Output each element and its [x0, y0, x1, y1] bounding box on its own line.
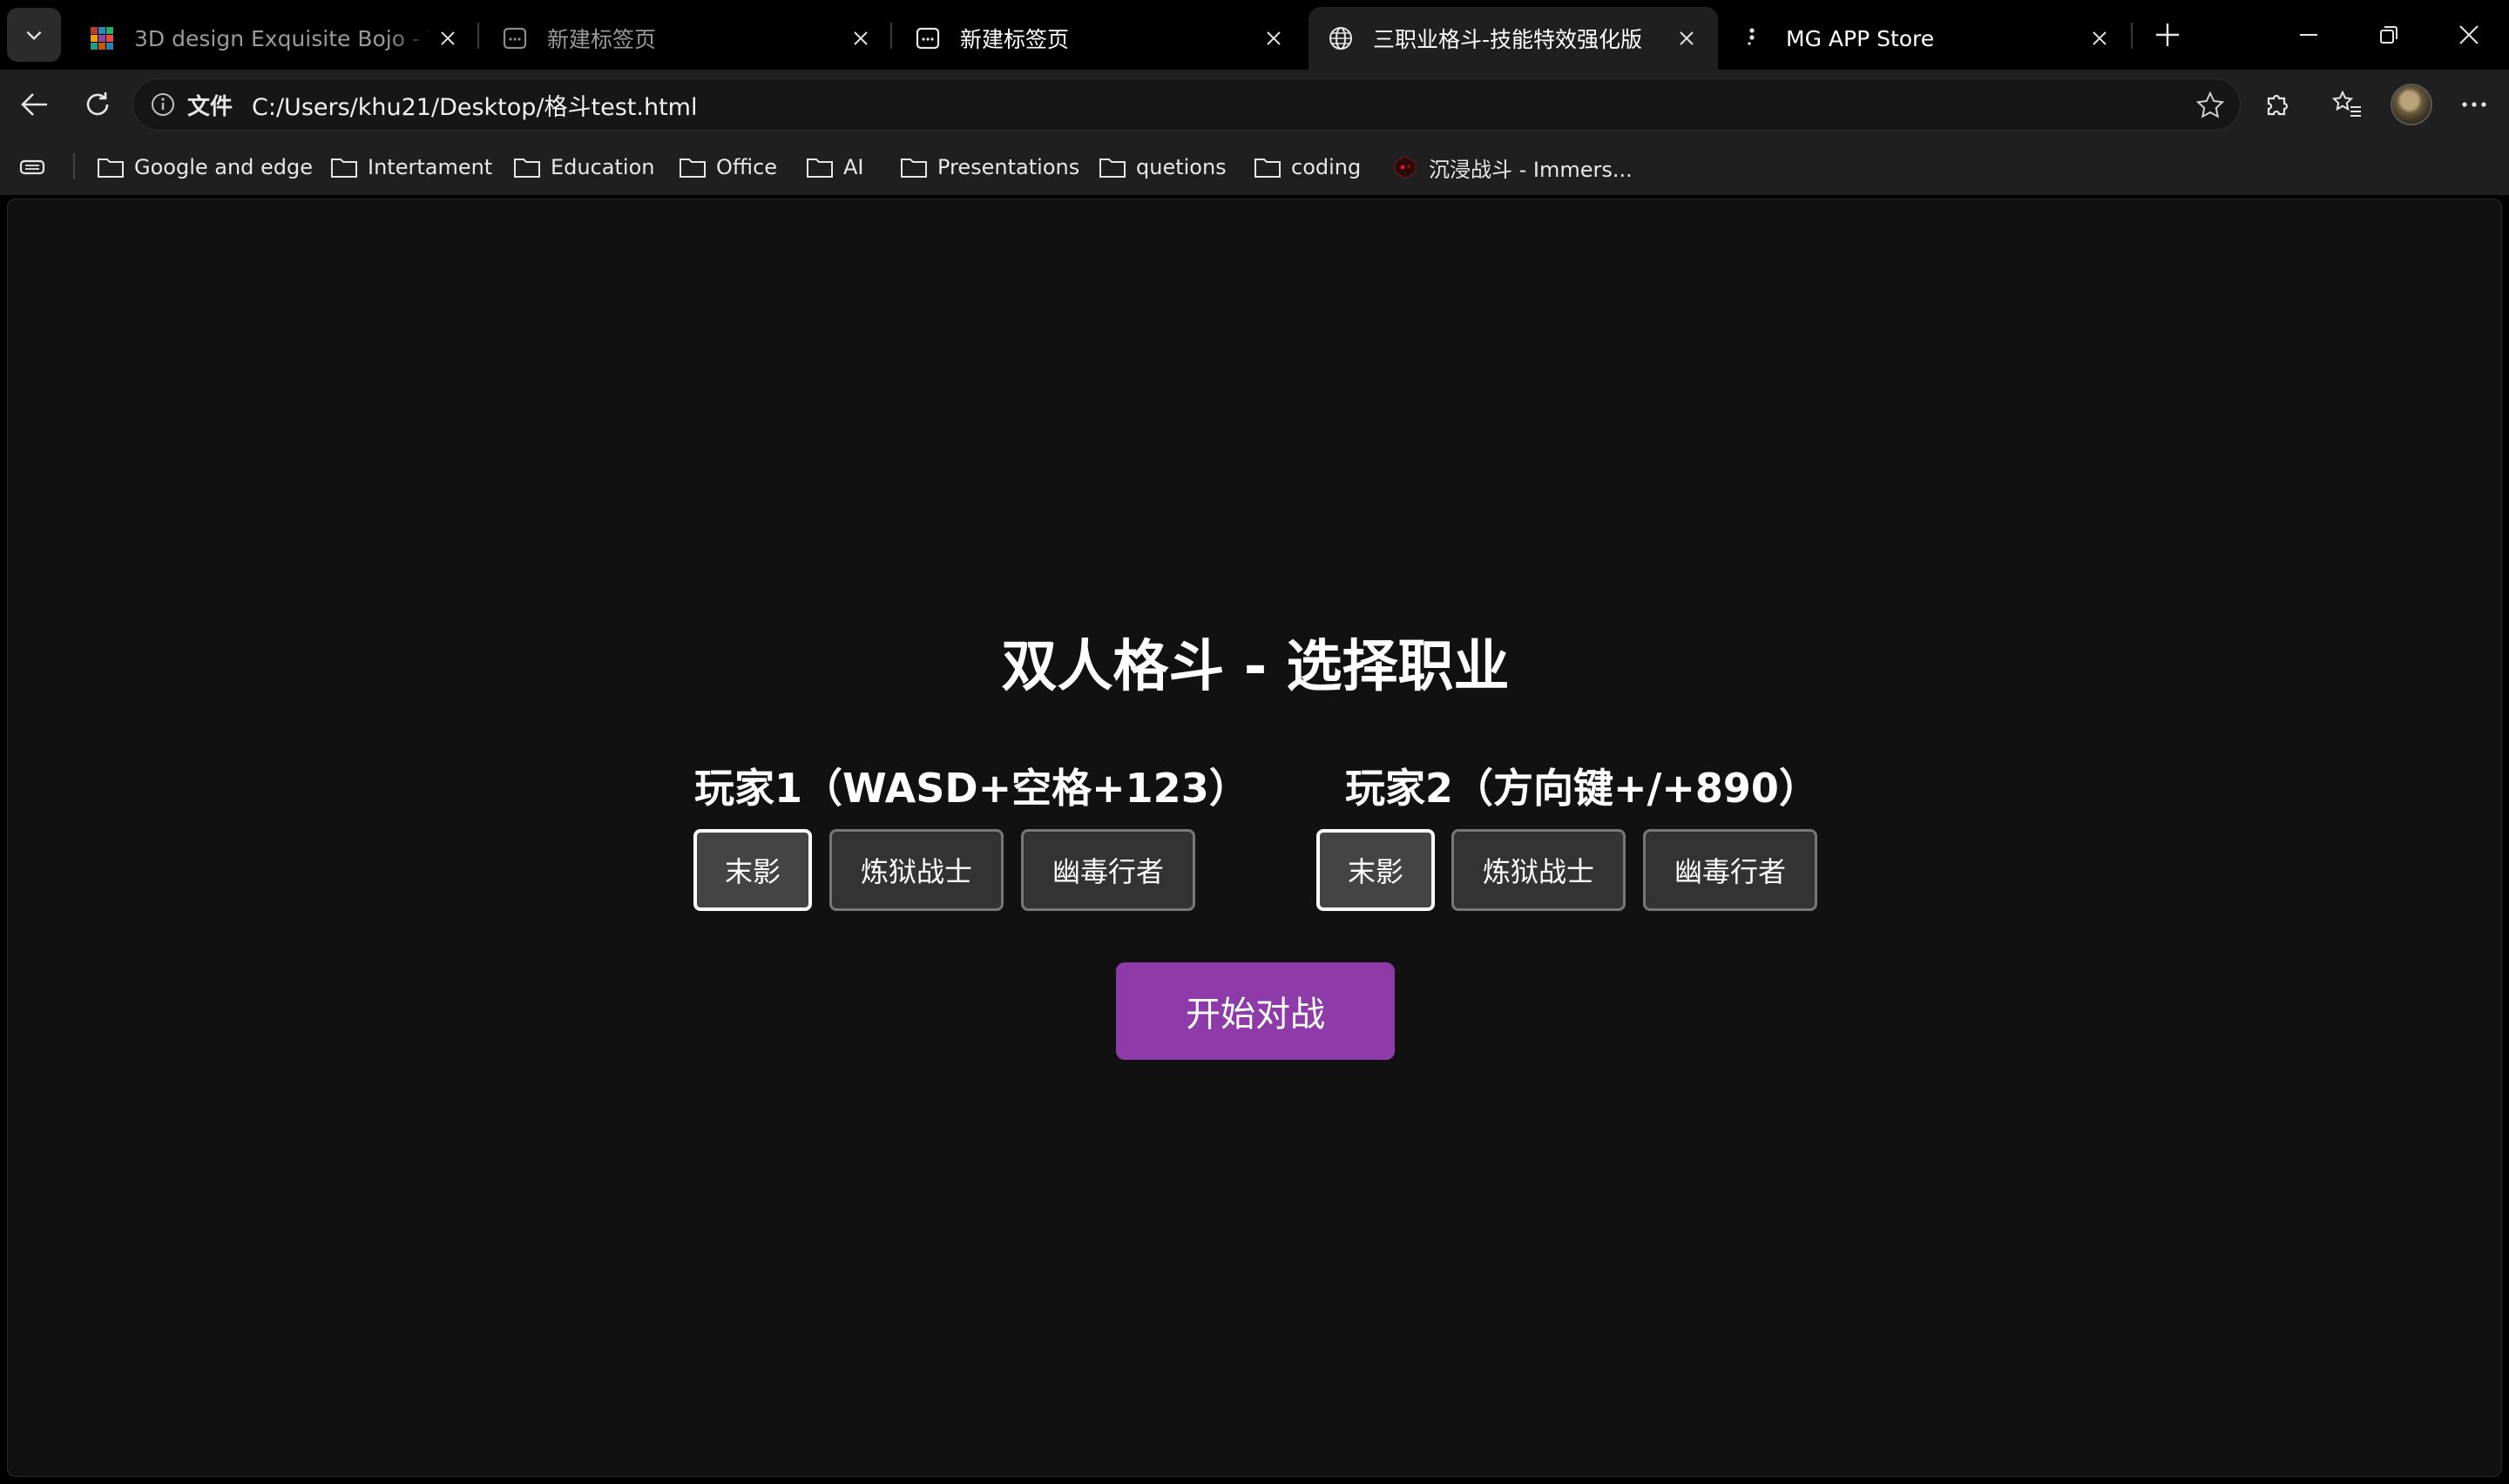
newtab-icon: [915, 25, 941, 51]
back-arrow-icon: [21, 93, 47, 116]
folder-icon: [678, 154, 707, 180]
url-text[interactable]: C:/Users/khu21/Desktop/格斗test.html: [252, 88, 697, 122]
bookmark-quetions[interactable]: quetions: [1098, 150, 1227, 185]
restore-icon: [2380, 26, 2397, 44]
close-window-button[interactable]: [2443, 12, 2495, 57]
tab-actions-menu-button[interactable]: [7, 8, 61, 62]
player2-class-inferno-warrior-button[interactable]: 炼狱战士: [1451, 829, 1626, 911]
folder-icon: [1253, 154, 1282, 180]
collections-icon: [17, 154, 47, 180]
game-title: 双人格斗 - 选择职业: [1001, 635, 1510, 699]
navigation-toolbar: 文件 C:/Users/khu21/Desktop/格斗test.html: [0, 70, 2509, 139]
new-tab-button[interactable]: [2148, 16, 2187, 54]
tab-close-button[interactable]: [432, 23, 463, 54]
bookmark-label: Education: [551, 155, 655, 179]
player1-heading: 玩家1（WASD+空格+123）: [694, 765, 1249, 812]
tab-new-1[interactable]: 新建标签页: [483, 7, 892, 70]
player2-class-ender-button[interactable]: 末影: [1316, 829, 1435, 911]
chevron-down-icon: [26, 30, 42, 41]
player2-heading: 玩家2（方向键+/+890）: [1345, 765, 1819, 812]
bookmark-education[interactable]: Education: [512, 150, 654, 185]
close-icon: [1267, 31, 1281, 45]
restore-button[interactable]: [2363, 12, 2415, 57]
bookmark-presentations[interactable]: Presentations: [899, 150, 1079, 185]
bookmark-label: Intertament: [368, 155, 493, 179]
tab-separator: [2131, 23, 2133, 49]
bookmark-ai[interactable]: AI: [805, 150, 864, 185]
close-icon: [441, 31, 455, 45]
close-icon: [1680, 31, 1694, 45]
folder-icon: [96, 154, 125, 180]
more-menu-button[interactable]: [2452, 82, 2497, 127]
player1-class-poison-walker-button[interactable]: 幽毒行者: [1021, 829, 1195, 911]
star-icon: [2195, 91, 2225, 118]
page-viewport: 双人格斗 - 选择职业 玩家1（WASD+空格+123） 末影 炼狱战士 幽毒行…: [7, 199, 2502, 1477]
file-scheme-label: 文件: [187, 93, 233, 120]
tab-close-button[interactable]: [2084, 23, 2115, 54]
tab-title: 3D design Exquisite Bojo - Tinkercad: [134, 25, 432, 51]
favorites-button[interactable]: [2324, 82, 2370, 127]
info-icon[interactable]: [149, 91, 177, 118]
address-bar[interactable]: 文件 C:/Users/khu21/Desktop/格斗test.html: [132, 78, 2241, 131]
minimize-button[interactable]: [2282, 12, 2335, 57]
collections-button[interactable]: [17, 150, 56, 185]
bookmark-immersive-battle[interactable]: 沉浸战斗 - Immers...: [1390, 150, 1633, 185]
bookmark-office[interactable]: Office: [678, 150, 777, 185]
player1-class-inferno-warrior-button[interactable]: 炼狱战士: [829, 829, 1004, 911]
tab-close-button[interactable]: [1671, 23, 1702, 54]
puzzle-icon: [2267, 94, 2289, 116]
app-store-icon: [1741, 25, 1767, 51]
game-site-icon: [1390, 154, 1420, 180]
extensions-button[interactable]: [2255, 82, 2300, 127]
tab-new-2[interactable]: 新建标签页: [896, 7, 1305, 70]
tab-fighting-game[interactable]: 三职业格斗-技能特效强化版: [1309, 7, 1718, 70]
tab-separator: [890, 23, 892, 49]
bookmark-label: 沉浸战斗 - Immers...: [1429, 157, 1633, 182]
newtab-icon: [502, 25, 528, 51]
close-icon: [2093, 31, 2107, 45]
bookmark-label: coding: [1291, 155, 1362, 179]
bookmark-label: quetions: [1136, 155, 1227, 179]
bookmark-label: Presentations: [937, 155, 1080, 179]
bookmark-label: AI: [843, 155, 864, 179]
tab-mg-app-store[interactable]: MG APP Store: [1721, 7, 2131, 70]
folder-icon: [1098, 154, 1127, 180]
player1-class-ender-button[interactable]: 末影: [693, 829, 812, 911]
folder-icon: [805, 154, 835, 180]
profile-avatar[interactable]: [2391, 84, 2432, 125]
tab-strip: 3D design Exquisite Bojo - Tinkercad 新建标…: [0, 0, 2509, 70]
tab-close-button[interactable]: [845, 23, 876, 54]
bookmarks-bar: Google and edge Intertament Education Of…: [0, 139, 2509, 195]
back-button[interactable]: [12, 82, 57, 127]
start-battle-button[interactable]: 开始对战: [1116, 962, 1395, 1060]
minimize-icon: [2300, 34, 2317, 36]
bookmark-coding[interactable]: coding: [1253, 150, 1361, 185]
plus-icon: [2156, 24, 2179, 46]
refresh-icon: [86, 92, 109, 116]
tab-tinkercad[interactable]: 3D design Exquisite Bojo - Tinkercad: [70, 7, 479, 70]
bookmarks-separator: [73, 153, 75, 179]
tab-separator: [477, 23, 479, 49]
favorites-list-icon: [2331, 90, 2361, 117]
bookmark-label: Google and edge: [134, 155, 314, 179]
tinkercad-icon: [89, 25, 115, 51]
tab-title: 新建标签页: [960, 27, 1070, 52]
tab-title: 新建标签页: [547, 27, 657, 52]
folder-icon: [329, 154, 359, 180]
bookmark-google-and-edge[interactable]: Google and edge: [96, 150, 313, 185]
close-icon: [854, 31, 868, 45]
bookmark-intertament[interactable]: Intertament: [329, 150, 492, 185]
tab-title: 三职业格斗-技能特效强化版: [1373, 27, 1643, 52]
close-icon: [2459, 25, 2479, 44]
tab-close-button[interactable]: [1258, 23, 1289, 54]
folder-icon: [512, 154, 542, 180]
globe-icon: [1328, 25, 1354, 51]
more-horizontal-icon: [2462, 102, 2486, 107]
bookmark-label: Office: [716, 155, 778, 179]
player2-class-poison-walker-button[interactable]: 幽毒行者: [1643, 829, 1817, 911]
favorite-star-button[interactable]: [2193, 88, 2228, 123]
folder-icon: [899, 154, 929, 180]
tab-title: MG APP Store: [1786, 25, 1935, 51]
refresh-button[interactable]: [75, 82, 120, 127]
